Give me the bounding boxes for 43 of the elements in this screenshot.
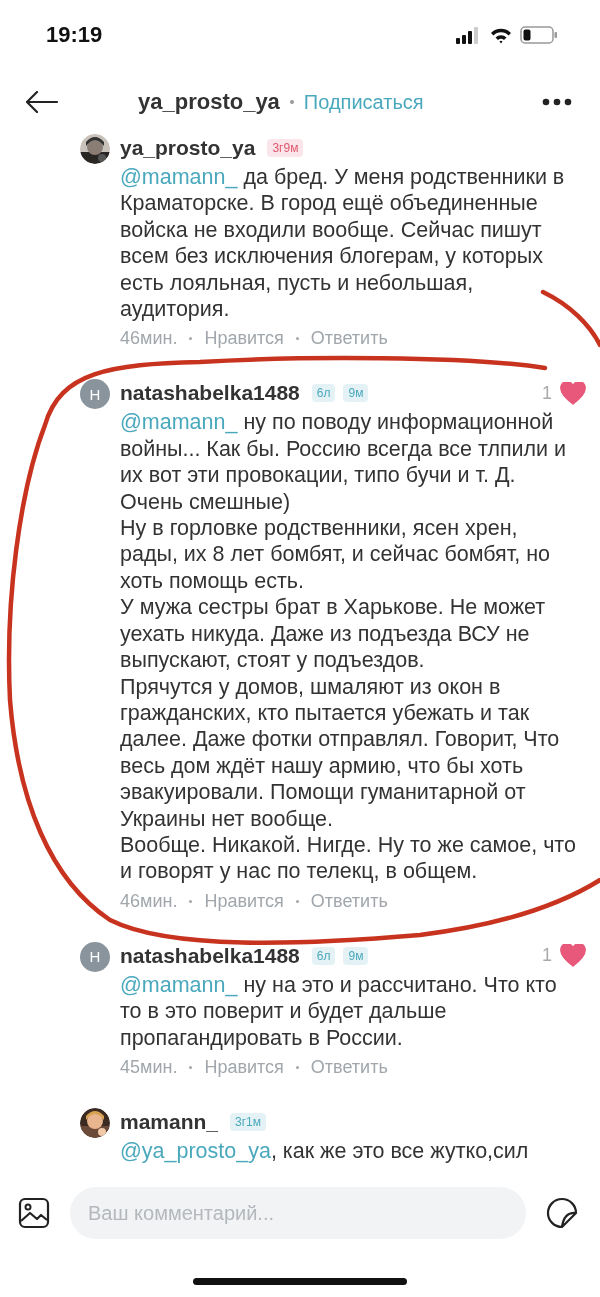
avatar-initial: Н bbox=[80, 379, 110, 410]
age-badge: 9м bbox=[343, 384, 369, 403]
profile-username: ya_prosto_ya bbox=[138, 89, 280, 115]
mention-link[interactable]: @mamann_ bbox=[120, 165, 238, 189]
comment-username[interactable]: natashabelka1488 bbox=[120, 381, 300, 406]
comment-text: @mamann_ ну по поводу информационной войны... Как бы. Россию всегда все тлпили и их вот эти провокации, типо бучи и т. Д. Очень смешные) Ну в горловке родственники, ясен хрен, рады, их 8 лет бомбят, и сейчас бомбят, но хоть помощь есть. У мужа сестры брат в Харькове. Не может уехать никуда. Даже из подъезда ВСУ не выпускают, стоят у подъездов. Прячутся у домов, шмаляют из окон в гражданских, кто пытается убежать и так далее. Даже фотки отправлял. Говорит, Что весь дом ждёт нашу армию, что бы хоть эвакуировали. Помощи гуманитарной от Украины нет вообще. Вообще. Никакой. Нигде. Ну то же самое, что и говорят у нас по телекц, в общем. bbox=[120, 409, 577, 885]
comment-username[interactable]: mamann_ bbox=[120, 1109, 219, 1134]
comment-text: @ya_prosto_ya, как же это все жутко,сил bbox=[120, 1137, 530, 1165]
like-count: 1 bbox=[542, 945, 552, 967]
avatar-initial: Н bbox=[80, 941, 110, 972]
more-icon[interactable] bbox=[542, 98, 572, 106]
mention-link[interactable]: @ya_prosto_ya bbox=[120, 1138, 271, 1163]
like-link[interactable]: Нравится bbox=[204, 1056, 284, 1078]
comment-time: 45мин. bbox=[120, 1056, 178, 1078]
reply-link[interactable]: Ответить bbox=[310, 1056, 388, 1078]
sticker-icon[interactable] bbox=[546, 1197, 578, 1229]
comment-username[interactable]: ya_prosto_ya bbox=[120, 136, 256, 160]
comment-time: 46мин. bbox=[120, 890, 178, 912]
wifi-icon bbox=[490, 26, 512, 44]
heart-icon[interactable] bbox=[560, 944, 586, 968]
back-arrow-icon[interactable] bbox=[26, 91, 58, 113]
like-link[interactable]: Нравится bbox=[204, 890, 284, 912]
age-badge: 3г9м bbox=[267, 139, 304, 157]
like-count: 1 bbox=[542, 382, 552, 404]
age-badge: 9м bbox=[343, 946, 369, 965]
image-icon[interactable] bbox=[18, 1197, 50, 1229]
status-time: 19:19 bbox=[46, 22, 103, 48]
comment-text: @mamann_ ну на это и рассчитано. Что кто то в это поверит и будет дальше пропагандировать в России. bbox=[120, 971, 558, 1051]
mention-link[interactable]: @mamann_ bbox=[120, 410, 238, 435]
age-badge: 6л bbox=[311, 946, 336, 965]
follow-link[interactable]: Подписаться bbox=[303, 90, 424, 114]
comment-username[interactable]: natashabelka1488 bbox=[120, 943, 300, 968]
reply-link[interactable]: Ответить bbox=[310, 328, 388, 350]
comment-input[interactable]: Ваш комментарий... bbox=[70, 1187, 526, 1239]
battery-icon bbox=[520, 26, 558, 44]
reply-link[interactable]: Ответить bbox=[310, 890, 388, 912]
comment-text: @mamann_ да бред. У меня родственники в Краматорске. В город ещё объединенные войска не входили вообще. Сейчас пишут всем без исключения блогерам, у которых есть лояльная, пусть и небольшая, аудитория. bbox=[120, 164, 566, 323]
age-badge: 6л bbox=[311, 384, 336, 403]
comment-time: 46мин. bbox=[120, 328, 178, 350]
like-link[interactable]: Нравится bbox=[204, 328, 284, 350]
mention-link[interactable]: @mamann_ bbox=[120, 972, 238, 997]
age-badge: 3г1м bbox=[230, 1112, 267, 1131]
heart-icon[interactable] bbox=[560, 381, 586, 405]
